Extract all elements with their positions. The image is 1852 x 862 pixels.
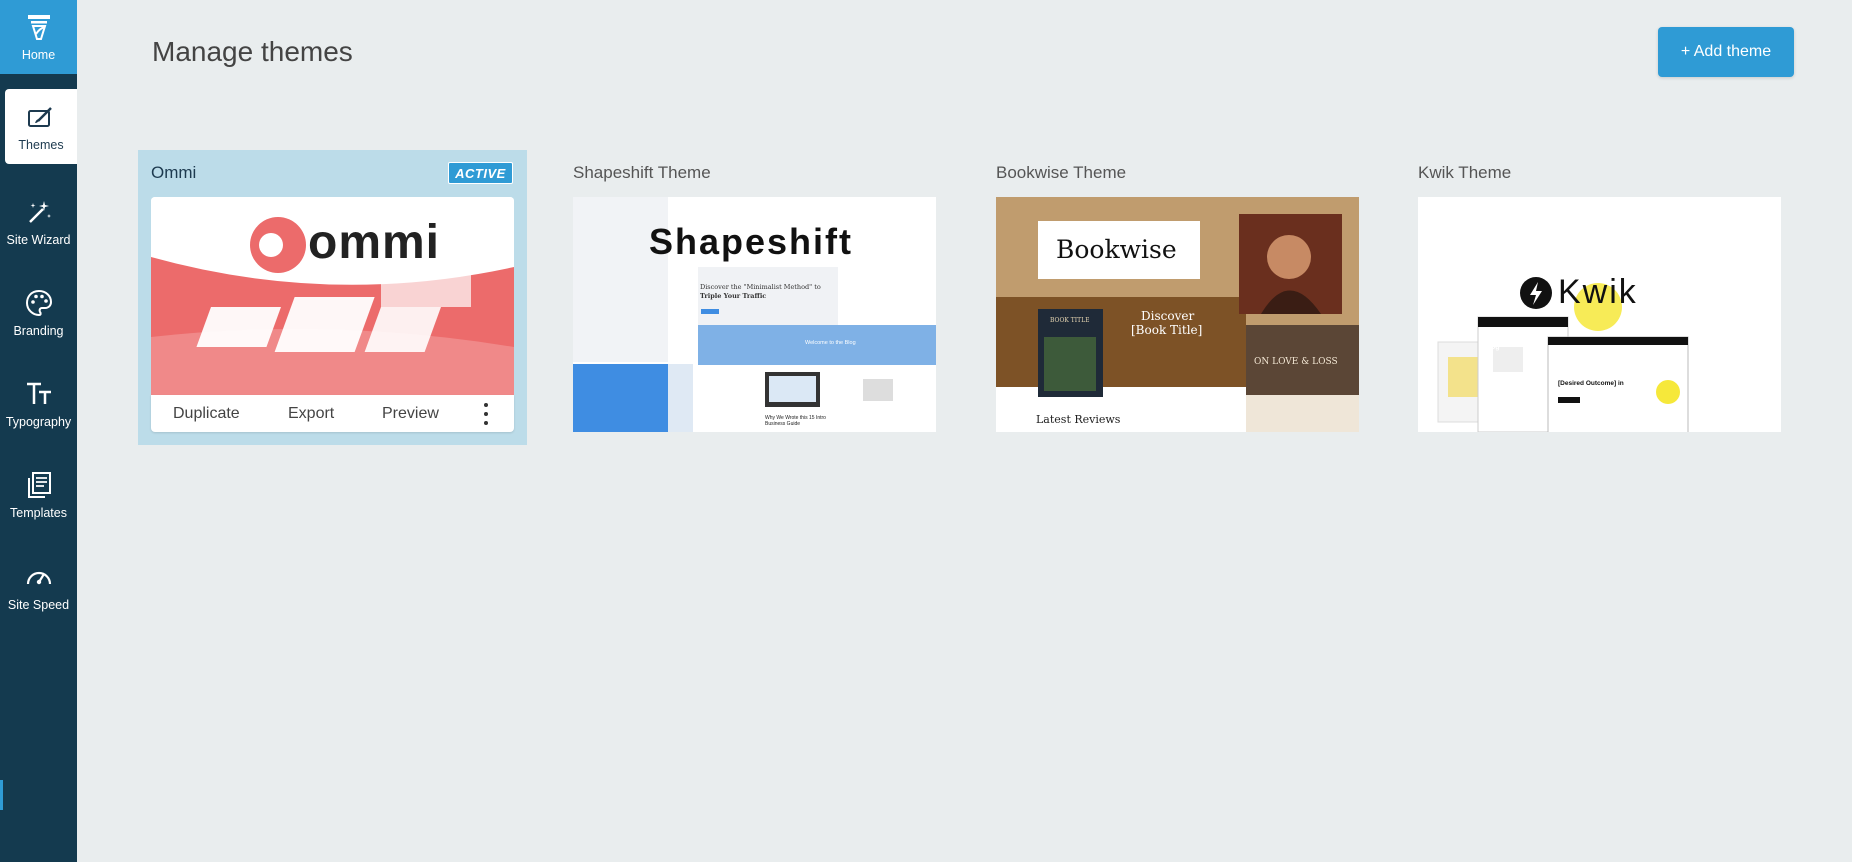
export-button[interactable]: Export [288, 405, 334, 423]
add-theme-button[interactable]: + Add theme [1658, 27, 1794, 77]
theme-preview-bookwise[interactable]: Bookwise BOOK TITLE Discover [Book Title… [996, 197, 1359, 432]
bookwise-love: ON LOVE & LOSS [1254, 357, 1338, 367]
home-icon [24, 12, 54, 42]
themes-icon [26, 102, 56, 132]
duplicate-button[interactable]: Duplicate [173, 405, 240, 423]
preview-button[interactable]: Preview [382, 405, 439, 423]
theme-name: Shapeshift Theme [573, 163, 711, 182]
sidebar-item-site-wizard[interactable]: Site Wizard [0, 180, 77, 264]
sidebar-item-label: Site Speed [7, 598, 70, 612]
shapeshift-subline: Triple Your Traffic [700, 292, 767, 300]
more-options-icon[interactable] [481, 403, 491, 425]
active-badge: ACTIVE [448, 162, 513, 184]
templates-icon [24, 470, 54, 500]
page-title: Manage themes [152, 36, 353, 67]
bookwise-book-title: [Book Title] [1131, 323, 1203, 337]
bookwise-reviews: Latest Reviews [1036, 413, 1121, 426]
sidebar-item-label: Site Wizard [6, 233, 71, 247]
sidebar-item-label: Templates [10, 506, 67, 520]
sidebar-item-home[interactable]: Home [0, 0, 77, 74]
shapeshift-blog: Welcome to the Blog [805, 340, 856, 346]
ommi-wordmark: ommi [308, 216, 441, 269]
theme-preview-kwik[interactable]: Kwik Blog [Desired Outcome] in [1418, 197, 1781, 432]
shapeshift-headline: Discover the "Minimalist Method" to [700, 283, 821, 291]
bookwise-discover: Discover [1141, 309, 1195, 323]
sidebar-item-templates[interactable]: Templates [0, 453, 77, 537]
theme-preview-ommi[interactable]: ommi [151, 197, 514, 395]
magic-wand-icon [24, 197, 54, 227]
speedometer-icon [24, 562, 54, 592]
shapeshift-post: Why We Wrote this 15 Intro Business Guid… [765, 415, 826, 427]
typography-icon [24, 379, 54, 409]
sidebar-item-branding[interactable]: Branding [0, 271, 77, 355]
sidebar-edge-tab[interactable] [0, 780, 3, 810]
theme-name: Ommi [151, 163, 197, 182]
sidebar-item-themes[interactable]: Themes [5, 89, 77, 164]
sidebar-item-label: Home [21, 48, 56, 62]
palette-icon [24, 288, 54, 318]
shapeshift-wordmark: Shapeshift [649, 221, 854, 262]
sidebar-item-site-speed[interactable]: Site Speed [0, 545, 77, 629]
kwik-blog: Blog [1484, 344, 1500, 351]
sidebar-item-label: Branding [13, 324, 64, 338]
theme-actions-bar: Duplicate Export Preview [151, 395, 514, 432]
sidebar: Home Themes Site Wizard Branding Typogra… [0, 0, 77, 862]
kwik-wordmark: Kwik [1558, 273, 1638, 311]
sidebar-item-label: Typography [5, 415, 72, 429]
bookwise-book-cover: BOOK TITLE [1050, 317, 1090, 324]
sidebar-item-typography[interactable]: Typography [0, 362, 77, 446]
theme-name: Kwik Theme [1418, 163, 1512, 182]
sidebar-item-label: Themes [18, 137, 64, 152]
theme-preview-shapeshift[interactable]: Shapeshift Discover the "Minimalist Meth… [573, 197, 936, 432]
kwik-outcome: [Desired Outcome] in [1558, 380, 1624, 387]
bookwise-wordmark: Bookwise [1056, 235, 1177, 264]
theme-name: Bookwise Theme [996, 163, 1127, 182]
